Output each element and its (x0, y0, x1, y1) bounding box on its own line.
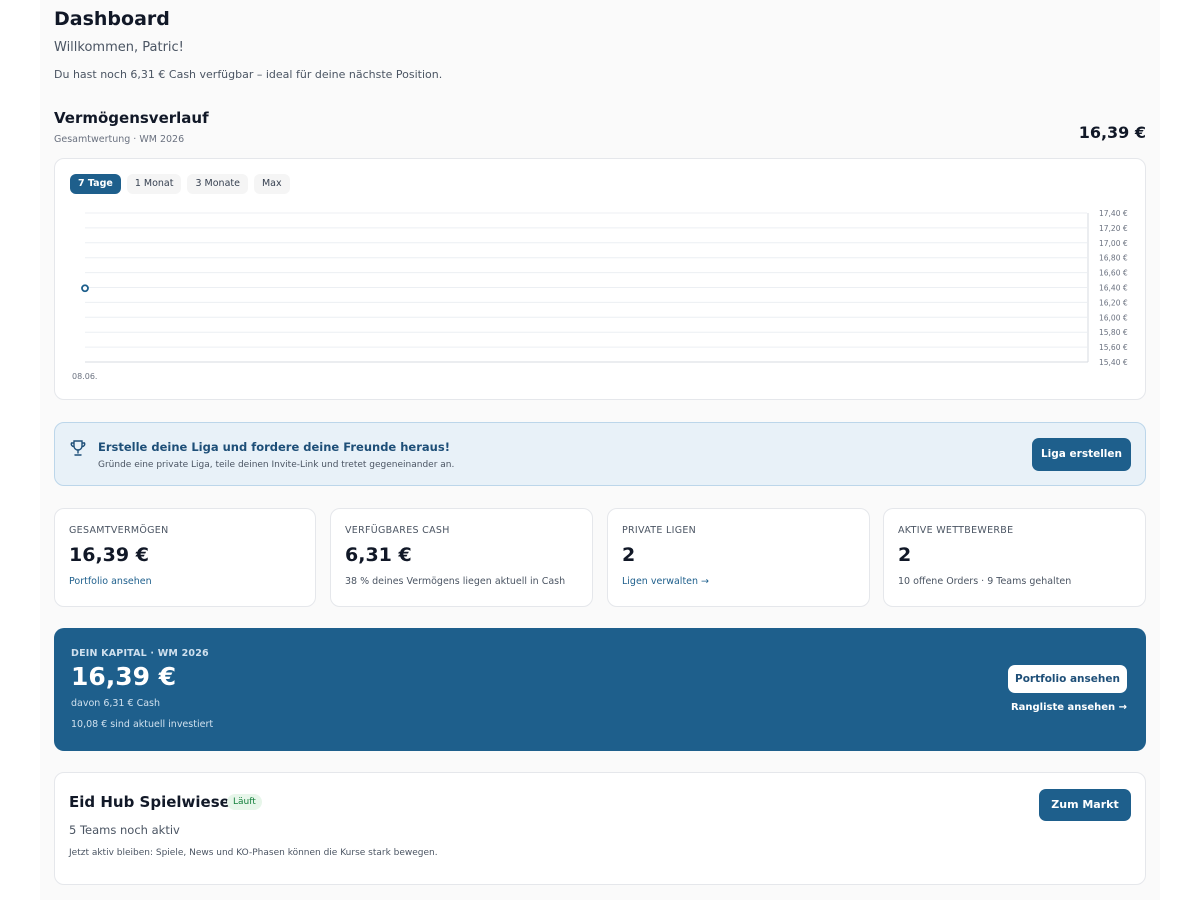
history-current-value: 16,39 € (1078, 123, 1146, 142)
competition-card: Eid Hub Spielwiese Läuft 5 Teams noch ak… (54, 772, 1146, 885)
stat-value: 2 (898, 544, 912, 566)
history-chart-card: 7 Tage 1 Monat 3 Monate Max 17,40 €17,20… (54, 158, 1146, 400)
stat-label: AKTIVE WETTBEWERBE (898, 525, 1014, 536)
y-tick-label: 16,40 € (1099, 284, 1128, 293)
y-tick-label: 17,20 € (1099, 224, 1128, 233)
banner-title: Erstelle deine Liga und fordere deine Fr… (98, 440, 450, 454)
stat-value: 6,31 € (345, 544, 412, 566)
capital-invested: 10,08 € sind aktuell investiert (71, 719, 214, 730)
ranking-link[interactable]: Rangliste ansehen → (1011, 702, 1127, 713)
competition-note: Jetzt aktiv bleiben: Spiele, News und KO… (69, 848, 438, 858)
y-tick-label: 16,80 € (1099, 254, 1128, 263)
page-title: Dashboard (54, 8, 170, 30)
welcome-text: Willkommen, Patric! (54, 40, 184, 55)
stat-label: VERFÜGBARES CASH (345, 525, 450, 536)
market-button[interactable]: Zum Markt (1039, 789, 1131, 821)
history-title: Vermögensverlauf (54, 109, 209, 127)
x-tick-label: 08.06. (72, 372, 97, 381)
y-tick-label: 16,60 € (1099, 269, 1128, 278)
stat-label: PRIVATE LIGEN (622, 525, 697, 536)
stat-value: 2 (622, 544, 636, 566)
data-point (81, 284, 89, 293)
stat-foot: 38 % deines Vermögens liegen aktuell in … (345, 576, 566, 587)
stat-card-private-leagues: PRIVATE LIGEN 2 Ligen verwalten → (607, 508, 870, 607)
stat-foot: 10 offene Orders · 9 Teams gehalten (898, 576, 1072, 587)
portfolio-link[interactable]: Portfolio ansehen (69, 576, 152, 587)
cash-note: Du hast noch 6,31 € Cash verfügbar – ide… (54, 68, 443, 81)
stat-card-available-cash: VERFÜGBARES CASH 6,31 € 38 % deines Verm… (330, 508, 593, 607)
stat-label: GESAMTVERMÖGEN (69, 525, 169, 536)
capital-card: DEIN KAPITAL · WM 2026 16,39 € davon 6,3… (54, 628, 1146, 751)
y-tick-label: 15,40 € (1099, 358, 1128, 367)
banner-subtitle: Gründe eine private Liga, teile deinen I… (98, 460, 455, 470)
create-league-button[interactable]: Liga erstellen (1032, 438, 1131, 471)
competition-title: Eid Hub Spielwiese (69, 793, 230, 811)
capital-cash: davon 6,31 € Cash (71, 698, 160, 709)
portfolio-button[interactable]: Portfolio ansehen (1008, 665, 1127, 693)
y-tick-label: 15,80 € (1099, 328, 1128, 337)
page: Dashboard Willkommen, Patric! Du hast no… (40, 0, 1160, 900)
capital-label: DEIN KAPITAL · WM 2026 (71, 648, 209, 659)
y-tick-label: 17,00 € (1099, 239, 1128, 248)
stat-card-total-assets: GESAMTVERMÖGEN 16,39 € Portfolio ansehen (54, 508, 316, 607)
stat-value: 16,39 € (69, 544, 149, 566)
y-tick-label: 15,60 € (1099, 343, 1128, 352)
trophy-icon (70, 440, 86, 456)
manage-leagues-link[interactable]: Ligen verwalten → (622, 576, 709, 587)
y-tick-label: 17,40 € (1099, 209, 1128, 218)
y-tick-label: 16,00 € (1099, 313, 1128, 322)
stat-card-active-competitions: AKTIVE WETTBEWERBE 2 10 offene Orders · … (883, 508, 1146, 607)
history-chart: 17,40 € 17,20 € 17,00 € 16,80 € 16,60 € 16,40… (72, 209, 1128, 381)
competition-subtitle: 5 Teams noch aktiv (69, 823, 180, 837)
league-banner: Erstelle deine Liga und fordere deine Fr… (54, 422, 1146, 486)
y-tick-label: 16,20 € (1099, 298, 1128, 307)
history-subtitle: Gesamtwertung · WM 2026 (54, 134, 185, 145)
capital-value: 16,39 € (71, 662, 177, 691)
status-badge: Läuft (227, 794, 262, 810)
